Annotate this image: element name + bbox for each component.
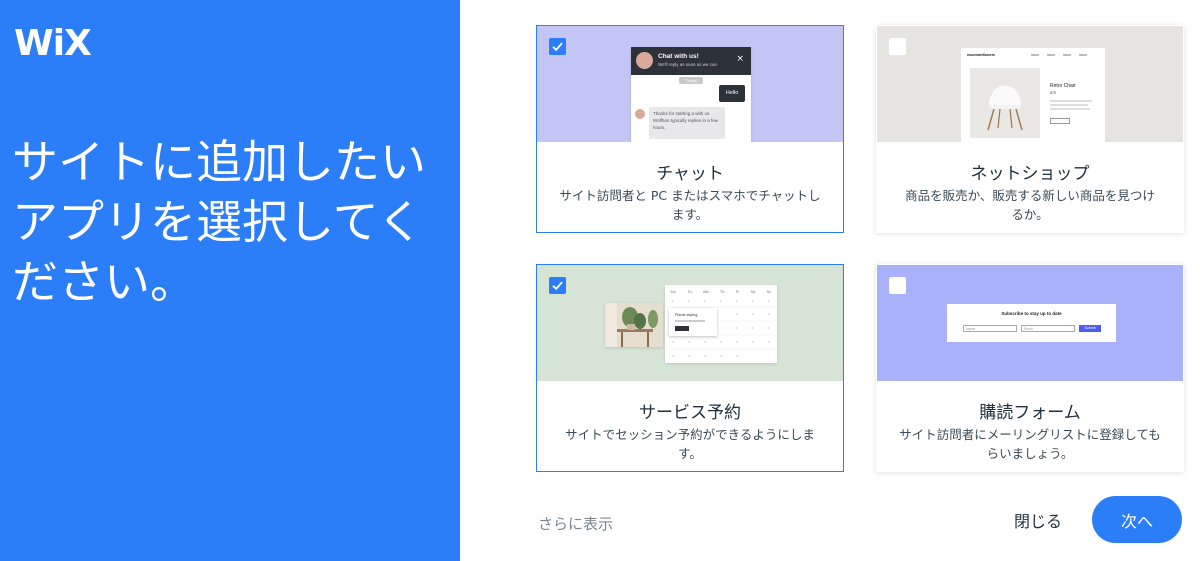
chat-checkbox[interactable]	[549, 38, 566, 55]
calendar-mock: Mo Tu We Th Fr Sa Su Plants styling	[665, 285, 777, 363]
chat-agent-bubble: Thanks for starting a with us. Wolfhan t…	[649, 107, 725, 139]
calendar-weekdays: Mo Tu We Th Fr Sa Su	[665, 289, 777, 294]
card-title: チャット	[656, 164, 724, 184]
add-to-cart-mock	[1050, 118, 1070, 124]
card-title: ネットショップ	[970, 164, 1090, 184]
app-card-online-store[interactable]: mountainflowers Retro Chair $75 ネットショップ …	[876, 25, 1184, 233]
next-button[interactable]: 次へ	[1092, 496, 1182, 543]
weekday-label: Fr	[735, 289, 740, 294]
chat-preview-image: Chat with us! We'll reply as soon as we …	[537, 26, 843, 142]
booking-popup: Plants styling	[669, 308, 717, 336]
wix-logo: WiX	[14, 23, 92, 64]
store-preview-image: mountainflowers Retro Chair $75	[877, 26, 1183, 142]
weekday-label: Sa	[750, 289, 756, 294]
avatar	[636, 52, 653, 69]
app-card-subscribe-form[interactable]: Subscribe to stay up to date Name Email …	[876, 264, 1184, 472]
name-field-mock: Name	[963, 325, 1017, 332]
card-description: 商品を販売か、販売する新しい商品を見つけるか。	[905, 188, 1155, 222]
card-title: サービス予約	[639, 403, 741, 423]
chat-header-title: Chat with us!	[658, 53, 699, 60]
event-label: Plants styling	[675, 313, 698, 317]
show-more-link[interactable]: さらに表示	[538, 513, 613, 534]
close-button[interactable]: 閉じる	[1000, 506, 1076, 534]
close-icon: ×	[736, 54, 744, 64]
product-image	[970, 68, 1040, 138]
book-button-mock	[675, 326, 689, 331]
weekday-label: Su	[766, 289, 772, 294]
subscribe-form-checkbox[interactable]	[889, 277, 906, 294]
app-card-chat[interactable]: Chat with us! We'll reply as soon as we …	[536, 25, 844, 233]
email-field-mock: Email	[1021, 325, 1075, 332]
card-description: サイト訪問者にメーリングリストに登録してもらいましょう。	[899, 427, 1161, 461]
checkmark-icon	[552, 42, 563, 52]
subscribe-form-mock: Subscribe to stay up to date Name Email …	[947, 304, 1116, 342]
form-title: Subscribe to stay up to date	[1001, 311, 1062, 316]
store-name: mountainflowers	[967, 53, 996, 57]
store-page-mock: mountainflowers Retro Chair $75	[961, 48, 1105, 142]
product-price: $75	[1050, 91, 1056, 95]
plant-photo	[605, 303, 663, 347]
submit-button-mock: Submit	[1079, 325, 1101, 332]
checkmark-icon	[552, 281, 563, 291]
chat-date-pill: Today	[679, 77, 703, 84]
subscribe-preview-image: Subscribe to stay up to date Name Email …	[877, 265, 1183, 381]
card-title: 購読フォーム	[979, 403, 1081, 423]
bookings-checkbox[interactable]	[549, 277, 566, 294]
chat-widget-mock: Chat with us! We'll reply as soon as we …	[631, 47, 751, 142]
page-title: サイトに追加したいアプリを選択してください。	[12, 135, 426, 309]
agent-avatar	[635, 109, 645, 119]
intro-panel: WiX サイトに追加したいアプリを選択してください。	[0, 0, 460, 561]
app-card-bookings[interactable]: Mo Tu We Th Fr Sa Su Plants styling サービス…	[536, 264, 844, 472]
chat-user-bubble: Hello	[719, 85, 745, 102]
weekday-label: Tu	[687, 289, 692, 294]
chat-header-subtitle: We'll reply as soon as we can	[658, 62, 718, 67]
card-description: サイトでセッション予約ができるようにします。	[565, 427, 815, 461]
weekday-label: Th	[719, 289, 725, 294]
product-name: Retro Chair	[1050, 83, 1076, 89]
bookings-preview-image: Mo Tu We Th Fr Sa Su Plants styling	[537, 265, 843, 381]
online-store-checkbox[interactable]	[889, 38, 906, 55]
card-description: サイト訪問者と PC またはスマホでチャットします。	[559, 188, 821, 222]
weekday-label: We	[702, 289, 709, 294]
weekday-label: Mo	[670, 289, 677, 294]
